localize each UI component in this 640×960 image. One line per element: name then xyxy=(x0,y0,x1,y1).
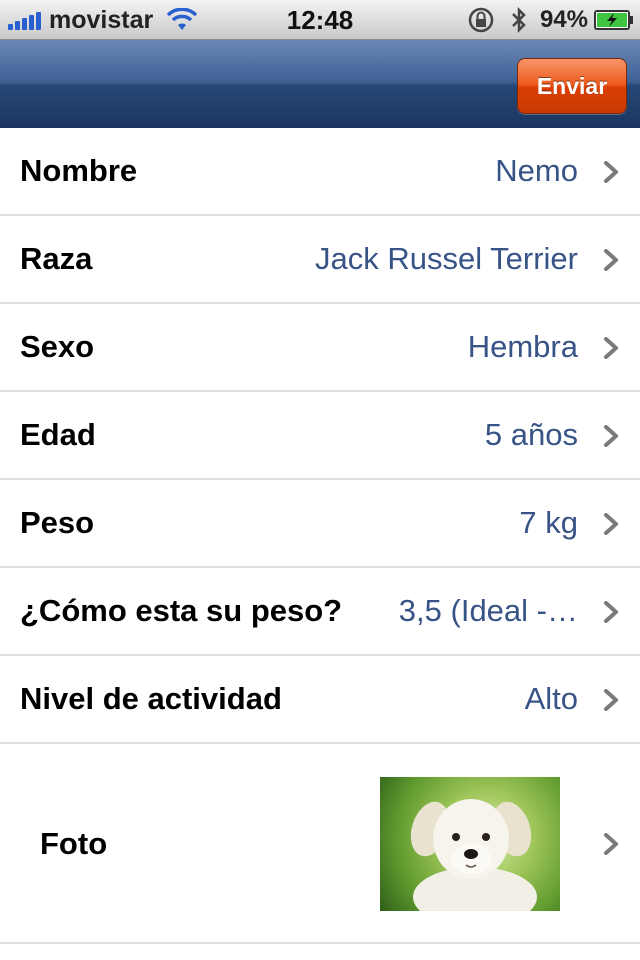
table-row-nivel-actividad[interactable]: Nivel de actividad Alto xyxy=(0,656,640,744)
table-row-edad[interactable]: Edad 5 años xyxy=(0,392,640,480)
chevron-right-icon xyxy=(604,425,618,447)
row-label: Nivel de actividad xyxy=(20,681,282,716)
row-value: Nemo xyxy=(495,153,578,188)
row-label: Nombre xyxy=(20,153,138,188)
navigation-bar: Enviar xyxy=(0,40,640,128)
battery-charging-icon xyxy=(594,10,633,30)
table-row-estado-peso[interactable]: ¿Cómo esta su peso? 3,5 (Ideal -… xyxy=(0,568,640,656)
row-label: Edad xyxy=(20,417,96,452)
chevron-right-icon xyxy=(604,161,618,183)
status-right: 94% xyxy=(466,6,634,34)
chevron-right-icon xyxy=(604,249,618,271)
row-value: 7 kg xyxy=(519,505,578,540)
table-row-sexo[interactable]: Sexo Hembra xyxy=(0,304,640,392)
chevron-right-icon xyxy=(604,601,618,623)
send-button[interactable]: Enviar xyxy=(517,58,627,114)
battery-percentage: 94% xyxy=(539,6,588,33)
chevron-right-icon xyxy=(604,833,618,855)
pet-details-table: Nombre Nemo Raza Jack Russel Terrier Sex… xyxy=(0,128,640,944)
row-label: Sexo xyxy=(20,329,95,364)
row-value: 5 años xyxy=(484,417,578,452)
chevron-right-icon xyxy=(604,513,618,535)
row-value: 3,5 (Ideal -… xyxy=(398,593,578,628)
row-label: Raza xyxy=(20,241,93,276)
row-value: Hembra xyxy=(467,329,578,364)
chevron-right-icon xyxy=(604,689,618,711)
row-label: Peso xyxy=(20,505,95,540)
row-value: Alto xyxy=(524,681,578,716)
table-row-nombre[interactable]: Nombre Nemo xyxy=(0,128,640,216)
row-label: Foto xyxy=(40,826,108,861)
row-label: ¿Cómo esta su peso? xyxy=(20,593,343,628)
chevron-right-icon xyxy=(604,337,618,359)
bluetooth-icon xyxy=(512,6,526,34)
table-row-raza[interactable]: Raza Jack Russel Terrier xyxy=(0,216,640,304)
status-bar: movistar 12:48 94% xyxy=(0,0,640,40)
table-row-peso[interactable]: Peso 7 kg xyxy=(0,480,640,568)
table-row-foto[interactable]: Foto xyxy=(0,744,640,944)
rotation-lock-icon xyxy=(468,7,494,33)
pet-photo[interactable] xyxy=(380,777,560,911)
row-value: Jack Russel Terrier xyxy=(314,241,578,276)
puppy-image xyxy=(410,799,537,911)
